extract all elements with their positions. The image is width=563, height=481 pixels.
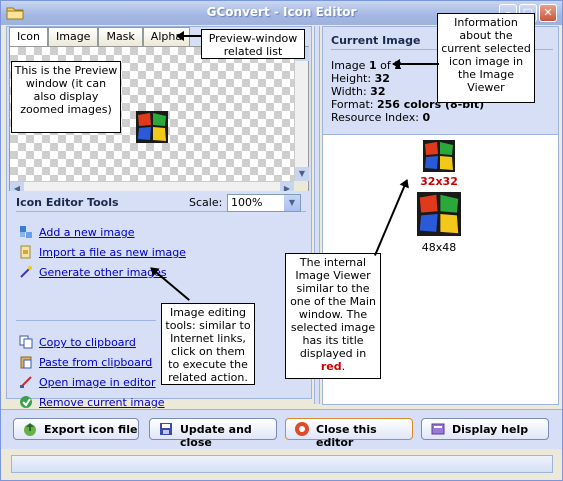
preview-tabs: Icon Image Mask Alpha: [9, 27, 191, 46]
scale-select[interactable]: 100% ▼: [227, 194, 301, 212]
generate-images-link[interactable]: Generate other images: [39, 266, 167, 279]
add-image-icon: [20, 226, 32, 238]
viewer-image-32[interactable]: [423, 140, 455, 172]
remove-icon: [20, 396, 32, 408]
export-icon: [24, 423, 36, 436]
import-file-icon: [20, 245, 31, 259]
scroll-down-icon[interactable]: ▼: [295, 167, 309, 181]
tools-group-divider: [16, 320, 156, 321]
display-help-button[interactable]: Display help: [421, 418, 549, 440]
callout-tabs: Preview-window related list: [201, 29, 305, 59]
tab-mask[interactable]: Mask: [98, 27, 143, 46]
viewer-image-48[interactable]: [417, 192, 461, 236]
chevron-down-icon[interactable]: ▼: [284, 195, 300, 211]
tab-icon[interactable]: Icon: [9, 27, 48, 46]
close-window-button[interactable]: ✕: [539, 4, 557, 22]
height-line: Height: 32: [331, 72, 390, 85]
close-editor-icon: [295, 422, 309, 436]
scale-value: 100%: [231, 196, 263, 209]
add-new-image-link[interactable]: Add a new image: [39, 226, 135, 239]
tab-image[interactable]: Image: [48, 27, 99, 46]
paste-clipboard-link[interactable]: Paste from clipboard: [39, 356, 152, 369]
open-editor-link[interactable]: Open image in editor: [39, 376, 156, 389]
preview-vertical-scrollbar[interactable]: ▲ ▼: [294, 47, 309, 181]
callout-tools: Image editing tools: similar to Internet…: [161, 303, 255, 385]
paste-icon: [20, 356, 32, 369]
callout-viewer: The internal Image Viewer similar to the…: [285, 253, 381, 379]
import-file-link[interactable]: Import a file as new image: [39, 246, 186, 259]
copy-icon: [19, 335, 33, 349]
icon-editor-window: GConvert - Icon Editor – □ ✕ Icon Image …: [0, 0, 563, 481]
button-row: Export icon file Update and close Close …: [1, 409, 562, 449]
scale-label: Scale:: [189, 196, 223, 209]
magic-wand-icon: [20, 266, 32, 278]
editor-icon: [20, 376, 32, 388]
callout-info-arrow: [392, 59, 439, 69]
save-icon: [160, 423, 172, 435]
export-icon-button[interactable]: Export icon file: [13, 418, 139, 440]
status-bar: [11, 455, 553, 473]
current-image-title: Current Image: [331, 34, 421, 47]
preview-icon-image: [136, 111, 168, 143]
remove-image-link[interactable]: Remove current image: [39, 396, 165, 409]
callout-info: Information about the current selected i…: [437, 13, 535, 103]
icon-editor-tools-panel: Icon Editor Tools Scale: 100% ▼ Add a ne…: [9, 191, 309, 409]
close-editor-button[interactable]: Close this editor: [285, 418, 413, 449]
callout-preview: This is the Preview window (it can also …: [11, 61, 121, 133]
copy-clipboard-link[interactable]: Copy to clipboard: [39, 336, 136, 349]
resource-index-line: Resource Index: 0: [331, 111, 431, 124]
tools-title: Icon Editor Tools: [16, 196, 119, 209]
callout-tabs-arrow: [176, 31, 201, 41]
width-line: Width: 32: [331, 85, 386, 98]
help-icon: [431, 423, 445, 435]
viewer-label-48[interactable]: 48x48: [419, 241, 459, 254]
update-close-button[interactable]: Update and close: [149, 418, 277, 449]
viewer-label-32[interactable]: 32x32: [419, 175, 459, 188]
